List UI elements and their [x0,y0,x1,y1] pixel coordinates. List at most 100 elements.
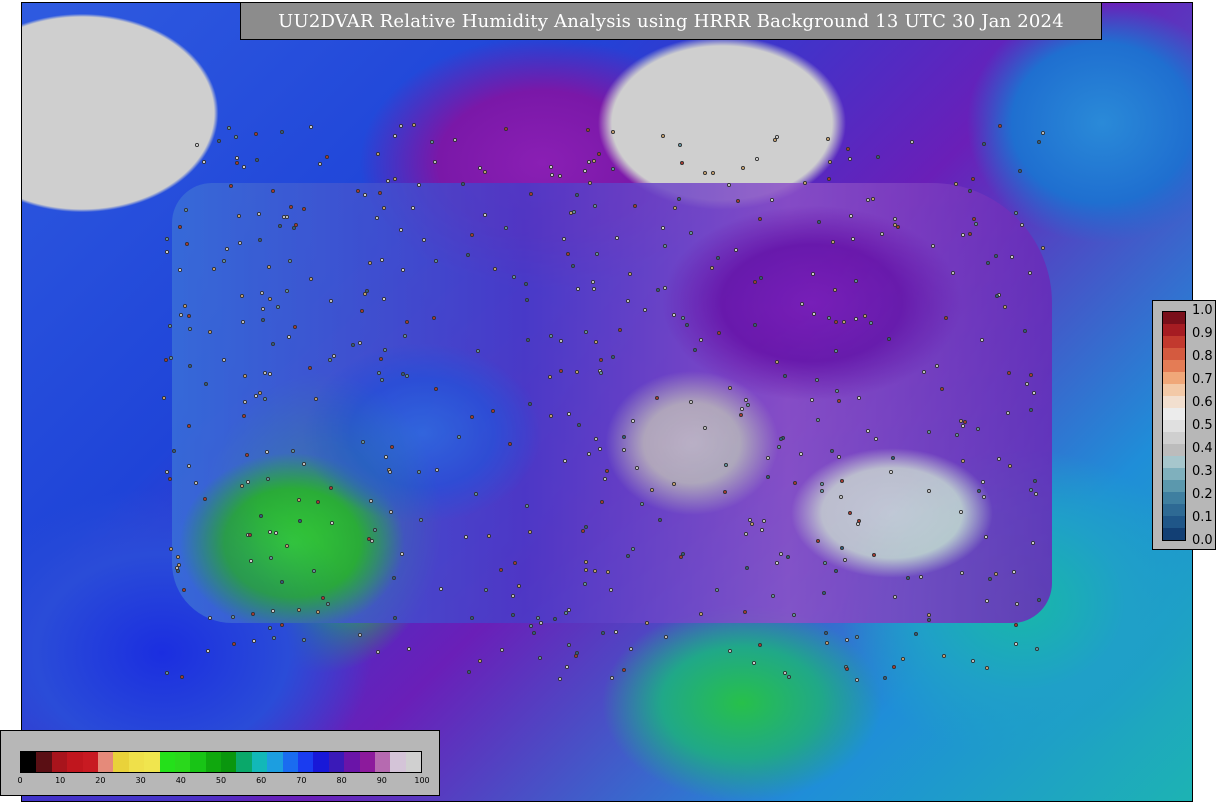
station-marker [279,623,284,628]
station-marker [272,635,276,640]
station-marker [909,140,914,145]
station-marker [843,665,848,670]
bottom-colorbar-swatch [82,752,98,772]
right-colorbar-tick: 0.6 [1192,395,1213,410]
station-marker [1017,169,1022,174]
station-marker [165,670,170,675]
station-marker [728,648,733,653]
station-marker [901,657,906,662]
station-marker [566,642,571,647]
station-marker [586,160,591,165]
station-marker [1034,647,1039,651]
station-marker [845,637,850,642]
station-marker [234,161,239,166]
station-marker [663,634,668,639]
station-marker [392,176,397,181]
station-marker [202,159,207,164]
station-marker [254,158,259,163]
station-marker [891,665,896,670]
station-marker [823,630,828,635]
station-marker [783,671,788,676]
station-marker [574,654,579,659]
station-marker [825,640,830,645]
right-colorbar-swatch [1163,324,1185,336]
right-colorbar-swatch [1163,312,1185,324]
right-colorbar: 1.0 0.9 0.8 0.7 0.6 0.5 0.4 0.3 0.2 0.1 0.0 [1152,300,1216,550]
bottom-colorbar-swatch [174,752,191,772]
station-marker [848,157,853,162]
station-marker [1036,140,1041,145]
right-colorbar-swatch [1163,420,1185,432]
station-marker [827,176,832,181]
station-marker [279,130,284,135]
bottom-colorbar-swatch [21,752,37,772]
station-marker [550,173,555,178]
station-marker [596,152,601,157]
right-colorbar-tick: 0.3 [1192,464,1213,479]
station-marker [529,623,534,628]
station-marker [452,138,457,143]
station-marker [914,632,919,637]
right-colorbar-swatch [1163,372,1185,384]
right-colorbar-tick: 0.1 [1192,510,1213,525]
station-marker [600,630,605,635]
bottom-colorbar-swatch [67,752,83,772]
station-marker [846,147,851,152]
right-colorbar-swatch [1163,348,1185,360]
station-marker [997,124,1002,129]
bottom-colorbar-swatch [405,752,422,772]
station-marker [309,124,314,129]
station-marker [586,128,591,133]
bottom-colorbar-swatch [128,752,145,772]
bottom-colorbar-swatch [359,752,375,772]
station-marker [622,667,627,672]
bottom-colorbar-swatch [159,752,175,772]
right-colorbar-strip [1162,311,1186,541]
bottom-colorbar-swatch [251,752,268,772]
station-marker [883,675,888,680]
station-marker [611,166,616,171]
bottom-colorbar: 0 10 20 30 40 50 60 70 80 90 100 [0,730,440,796]
right-colorbar-tick: 0.4 [1192,441,1213,456]
station-marker [532,630,537,635]
station-marker [970,177,975,182]
station-marker [1040,130,1045,135]
bottom-colorbar-tick: 30 [135,776,146,785]
station-marker [358,633,363,638]
bottom-colorbar-tick: 60 [256,776,267,785]
right-colorbar-tick: 0.0 [1192,533,1213,548]
map-title: UU2DVAR Relative Humidity Analysis using… [240,2,1102,40]
bottom-colorbar-swatch [36,752,52,772]
station-marker [610,676,615,681]
bottom-colorbar-swatch [344,752,360,772]
station-marker [610,129,615,134]
station-marker [217,139,222,144]
station-marker [195,142,200,147]
bottom-colorbar-swatch [298,752,314,772]
station-marker [984,666,989,671]
conus-landmass [172,183,1052,623]
station-marker [1014,210,1019,215]
station-marker [376,151,381,156]
bottom-colorbar-swatch [328,752,345,772]
station-marker [433,159,438,164]
right-colorbar-swatch [1163,492,1185,504]
station-marker [591,158,596,163]
station-marker [325,155,329,160]
station-marker [302,638,307,643]
station-marker [752,661,757,666]
right-colorbar-swatch [1163,360,1185,372]
bottom-colorbar-swatch [113,752,129,772]
bottom-colorbar-swatch [236,752,252,772]
station-marker [499,647,504,652]
station-marker [787,675,792,680]
right-colorbar-swatch [1163,504,1185,516]
station-marker [235,155,240,160]
station-marker [844,667,849,672]
station-marker [162,395,167,400]
right-colorbar-tick: 1.0 [1192,303,1213,318]
station-marker [755,156,760,161]
right-colorbar-tick: 0.8 [1192,349,1213,364]
right-colorbar-swatch [1163,528,1185,540]
station-marker [660,134,665,139]
